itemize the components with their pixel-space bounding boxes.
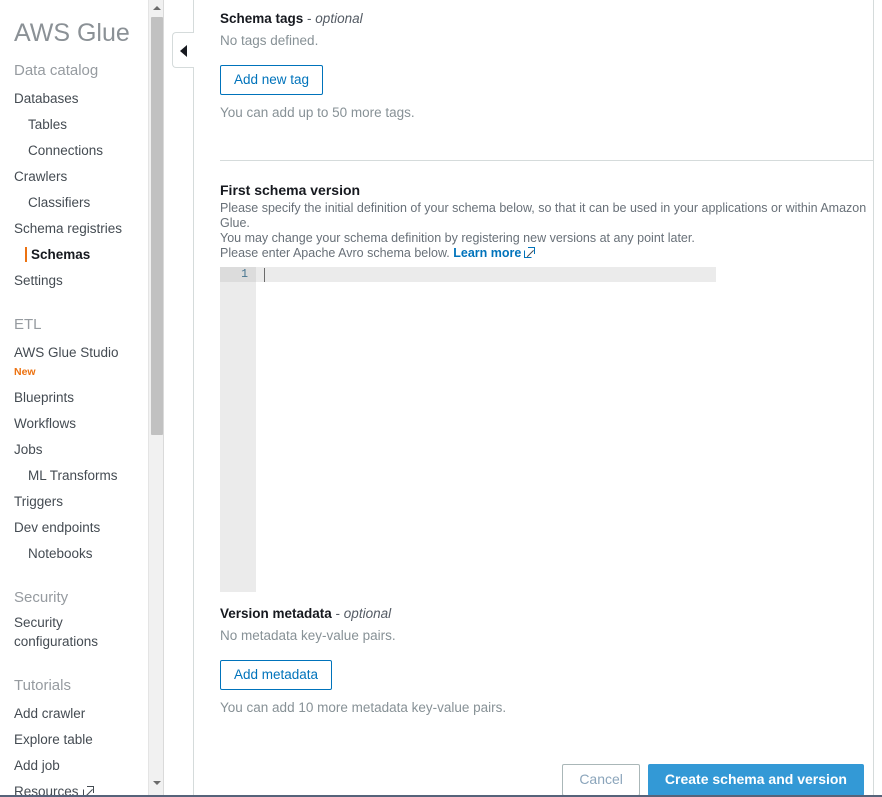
- first-schema-version-desc-line3: Please enter Apache Avro schema below. L…: [220, 246, 873, 261]
- sidebar-item-ml-transforms[interactable]: ML Transforms: [0, 463, 146, 489]
- sidebar-item-databases[interactable]: Databases: [0, 86, 146, 112]
- sidebar-item-schemas[interactable]: Schemas: [0, 242, 146, 268]
- active-item-marker: [25, 247, 27, 262]
- avro-schema-editor[interactable]: 1: [220, 267, 868, 592]
- schema-tags-label: Schema tags - optional: [220, 11, 873, 26]
- sidebar-item-crawlers[interactable]: Crawlers: [0, 164, 146, 190]
- schema-tags-label-text: Schema tags: [220, 11, 303, 26]
- sidebar-item-connections[interactable]: Connections: [0, 138, 146, 164]
- editor-gutter: 1: [220, 267, 256, 592]
- first-schema-version-heading: First schema version: [220, 182, 873, 198]
- first-schema-version-desc-line1: Please specify the initial definition of…: [220, 201, 873, 231]
- aws-glue-console: AWS Glue Data catalog Databases Tables C…: [0, 0, 882, 797]
- external-link-icon: [524, 247, 535, 258]
- version-metadata-hint: You can add 10 more metadata key-value p…: [220, 698, 873, 717]
- nav-group-title-data-catalog: Data catalog: [0, 62, 146, 79]
- sidebar-item-add-job[interactable]: Add job: [0, 753, 146, 779]
- sidebar-item-add-crawler[interactable]: Add crawler: [0, 701, 146, 727]
- nav-group-title-tutorials: Tutorials: [0, 677, 146, 694]
- collapse-panel-button[interactable]: [172, 32, 194, 68]
- version-metadata-label-text: Version metadata: [220, 606, 332, 621]
- sidebar-item-triggers[interactable]: Triggers: [0, 489, 146, 515]
- sidebar-item-blueprints[interactable]: Blueprints: [0, 385, 146, 411]
- version-metadata-dash: -: [332, 606, 344, 621]
- editor-text-input[interactable]: [256, 267, 868, 592]
- schema-tags-empty-text: No tags defined.: [220, 31, 873, 50]
- scroll-up-arrow-icon[interactable]: [149, 0, 165, 16]
- create-schema-and-version-button[interactable]: Create schema and version: [648, 764, 864, 796]
- sidebar-item-explore-table[interactable]: Explore table: [0, 727, 146, 753]
- schema-tags-optional: optional: [315, 11, 362, 26]
- sidebar-item-classifiers[interactable]: Classifiers: [0, 190, 146, 216]
- version-metadata-optional: optional: [344, 606, 391, 621]
- sidebar-item-aws-glue-studio[interactable]: AWS Glue Studio: [0, 340, 146, 366]
- footer-actions: CancelCreate schema and version: [194, 756, 873, 797]
- new-badge: New: [0, 366, 146, 379]
- first-schema-version-section: First schema version Please specify the …: [194, 161, 873, 592]
- sidebar-item-schema-registries[interactable]: Schema registries: [0, 216, 146, 242]
- main-content: Schema tags - optional No tags defined. …: [194, 0, 873, 797]
- nav-group-title-etl: ETL: [0, 316, 146, 333]
- learn-more-link[interactable]: Learn more: [453, 246, 521, 260]
- cancel-button[interactable]: Cancel: [562, 764, 640, 796]
- sidebar-item-dev-endpoints[interactable]: Dev endpoints: [0, 515, 146, 541]
- desc-line3-text: Please enter Apache Avro schema below.: [220, 246, 450, 260]
- scrollbar-thumb[interactable]: [151, 17, 163, 435]
- version-metadata-section: Version metadata - optional No metadata …: [194, 592, 873, 717]
- sidebar-item-jobs[interactable]: Jobs: [0, 437, 146, 463]
- sidebar-item-tables[interactable]: Tables: [0, 112, 146, 138]
- schema-tags-hint: You can add up to 50 more tags.: [220, 103, 873, 122]
- sidebar-item-security-configurations[interactable]: Security configurations: [0, 613, 110, 651]
- add-new-tag-button[interactable]: Add new tag: [220, 65, 323, 95]
- scroll-down-arrow-icon[interactable]: [149, 775, 165, 791]
- version-metadata-empty-text: No metadata key-value pairs.: [220, 626, 873, 645]
- editor-line-number: 1: [220, 267, 248, 282]
- caret-left-icon: [180, 45, 187, 57]
- outer-right-margin: [874, 0, 882, 797]
- version-metadata-label: Version metadata - optional: [220, 606, 873, 621]
- left-navigation: AWS Glue Data catalog Databases Tables C…: [0, 0, 146, 797]
- sidebar-item-label: Schemas: [31, 247, 90, 262]
- add-metadata-button[interactable]: Add metadata: [220, 660, 332, 690]
- sidebar-item-workflows[interactable]: Workflows: [0, 411, 146, 437]
- schema-tags-section: Schema tags - optional No tags defined. …: [194, 0, 873, 122]
- brand-title: AWS Glue: [0, 0, 146, 48]
- schema-tags-dash: -: [303, 11, 315, 26]
- sidebar-item-notebooks[interactable]: Notebooks: [0, 541, 146, 567]
- sidebar-item-settings[interactable]: Settings: [0, 268, 146, 294]
- sidebar-scrollbar[interactable]: [148, 0, 164, 797]
- first-schema-version-desc-line2: You may change your schema definition by…: [220, 231, 873, 246]
- nav-group-title-security: Security: [0, 589, 146, 606]
